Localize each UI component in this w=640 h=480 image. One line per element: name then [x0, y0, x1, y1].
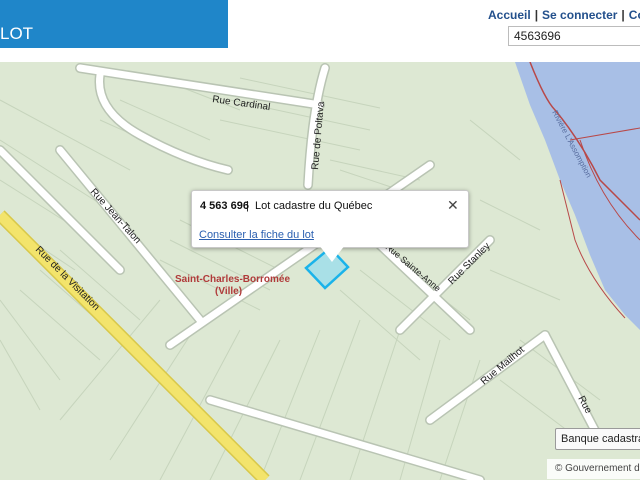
place-label-city: Saint-Charles-Borromée	[175, 274, 290, 285]
lot-details-link[interactable]: Consulter la fiche du lot	[199, 229, 314, 241]
popup-separator: |	[246, 200, 249, 212]
nav-separator: |	[621, 8, 625, 22]
map-attribution: © Gouvernement du	[547, 459, 640, 479]
lot-number: 4 563 696	[200, 200, 249, 212]
header-bar: LOT Accueil|Se connecter|Comm	[0, 0, 640, 62]
close-icon[interactable]: ✕	[447, 197, 459, 214]
layer-legend-button[interactable]: Banque cadastra	[555, 428, 640, 450]
top-navigation: Accueil|Se connecter|Comm	[488, 8, 640, 22]
page-title: LOT	[0, 24, 34, 43]
lot-search-input[interactable]	[508, 26, 640, 46]
home-link[interactable]: Accueil	[488, 8, 531, 22]
comm-link[interactable]: Comm	[629, 8, 640, 22]
map-view[interactable]: Rue Cardinal Rue de Poltava Rue Jean-Tal…	[0, 62, 640, 480]
map-canvas: Rue Cardinal Rue de Poltava Rue Jean-Tal…	[0, 62, 640, 480]
lot-description: Lot cadastre du Québec	[255, 200, 373, 212]
place-label-city-type: (Ville)	[215, 286, 242, 297]
login-link[interactable]: Se connecter	[542, 8, 617, 22]
title-banner: LOT	[0, 0, 228, 48]
lot-info-popup: 4 563 696 | Lot cadastre du Québec Consu…	[191, 190, 469, 248]
nav-separator: |	[534, 8, 539, 22]
popup-pointer	[319, 245, 345, 262]
